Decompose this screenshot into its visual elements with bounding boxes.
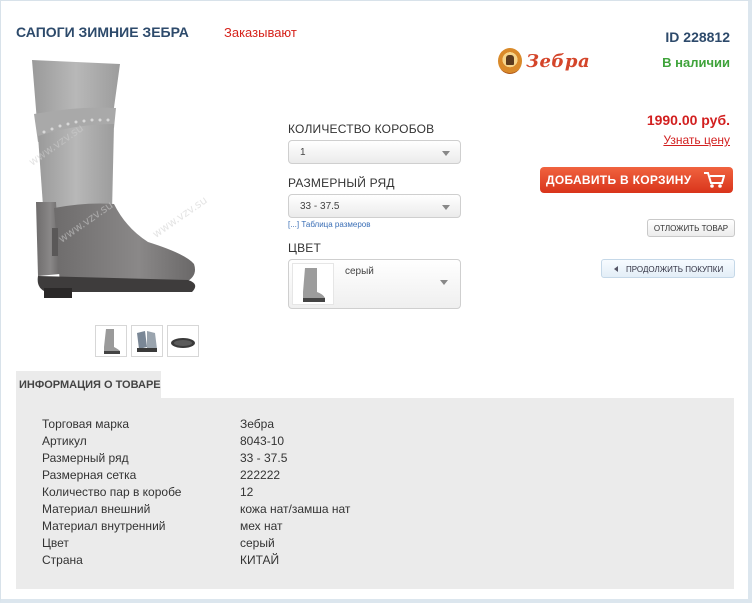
size-table-link[interactable]: [...] Таблица размеров bbox=[288, 220, 371, 229]
chevron-left-icon bbox=[614, 266, 618, 272]
color-select-value: серый bbox=[345, 266, 374, 277]
boxes-label: КОЛИЧЕСТВО КОРОБОВ bbox=[288, 122, 435, 136]
info-value: Зебра bbox=[240, 417, 275, 431]
info-value: КИТАЙ bbox=[240, 553, 280, 567]
info-value: 33 - 37.5 bbox=[240, 451, 288, 465]
continue-shopping-label: ПРОДОЛЖИТЬ ПОКУПКИ bbox=[626, 265, 724, 274]
product-title: САПОГИ ЗИМНИЕ ЗЕБРА bbox=[16, 24, 189, 40]
product-photo[interactable]: www.vzv.su www.vzv.su www.vzv.su bbox=[16, 52, 212, 312]
brand-logo-text: Зебра bbox=[526, 50, 591, 72]
size-select-value: 33 - 37.5 bbox=[300, 201, 340, 212]
shopping-cart-icon bbox=[704, 172, 725, 188]
color-select[interactable]: серый bbox=[288, 259, 461, 309]
info-label: Цвет bbox=[42, 536, 69, 550]
add-to-cart-label: ДОБАВИТЬ В КОРЗИНУ bbox=[546, 173, 692, 187]
ask-price-link[interactable]: Узнать цену bbox=[663, 133, 730, 147]
ordered-status: Заказывают bbox=[224, 25, 297, 40]
info-label: Страна bbox=[42, 553, 83, 567]
info-label: Количество пар в коробе bbox=[42, 485, 182, 499]
info-value: 8043-10 bbox=[240, 434, 285, 448]
boxes-select[interactable]: 1 bbox=[288, 140, 461, 164]
product-id: ID 228812 bbox=[665, 29, 730, 45]
size-label: РАЗМЕРНЫЙ РЯД bbox=[288, 176, 395, 190]
chevron-down-icon bbox=[440, 280, 448, 285]
info-value: 12 bbox=[240, 485, 254, 499]
thumbnail-sole-view[interactable] bbox=[167, 325, 199, 357]
thumbnail-side-view[interactable] bbox=[95, 325, 127, 357]
zebra-emblem-icon bbox=[498, 48, 522, 74]
defer-item-button[interactable]: ОТЛОЖИТЬ ТОВАР bbox=[647, 219, 735, 237]
info-label: Материал внешний bbox=[42, 502, 151, 516]
info-value: мех нат bbox=[240, 519, 283, 533]
size-select[interactable]: 33 - 37.5 bbox=[288, 194, 461, 218]
chevron-down-icon bbox=[442, 151, 450, 156]
info-label: Размерная сетка bbox=[42, 468, 137, 482]
info-label: Артикул bbox=[42, 434, 87, 448]
add-to-cart-button[interactable]: ДОБАВИТЬ В КОРЗИНУ bbox=[540, 167, 733, 193]
chevron-down-icon bbox=[442, 205, 450, 210]
info-value: 222222 bbox=[240, 468, 281, 482]
boxes-select-value: 1 bbox=[300, 147, 306, 158]
color-swatch-image bbox=[292, 263, 334, 305]
continue-shopping-button[interactable]: ПРОДОЛЖИТЬ ПОКУПКИ bbox=[601, 259, 735, 278]
info-label: Торговая марка bbox=[42, 417, 130, 431]
info-value: кожа нат/замша нат bbox=[240, 502, 351, 516]
tab-product-info[interactable]: ИНФОРМАЦИЯ О ТОВАРЕ bbox=[16, 371, 161, 398]
brand-logo[interactable]: Зебра bbox=[498, 48, 590, 74]
info-value: серый bbox=[240, 536, 275, 550]
color-label: ЦВЕТ bbox=[288, 241, 322, 255]
info-label: Материал внутренний bbox=[42, 519, 166, 533]
thumbnail-pair-view[interactable] bbox=[131, 325, 163, 357]
price: 1990.00 руб. bbox=[646, 112, 730, 128]
thumbnail-strip bbox=[95, 325, 199, 357]
info-label: Размерный ряд bbox=[42, 451, 129, 465]
svg-text:www.vzv.su: www.vzv.su bbox=[150, 194, 210, 241]
availability-status: В наличии bbox=[662, 55, 730, 70]
